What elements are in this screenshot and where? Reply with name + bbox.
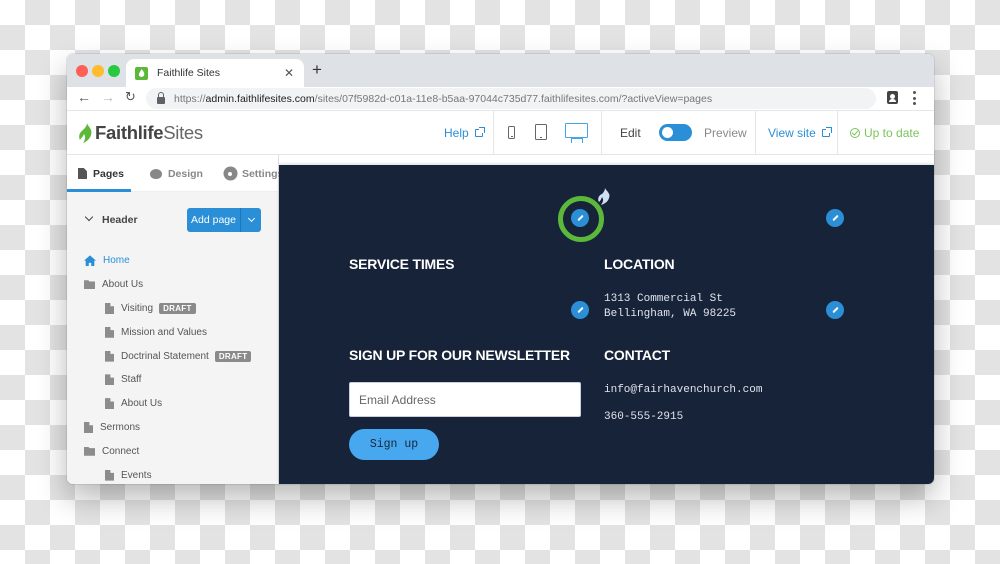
faithlife-sites-logo[interactable]: FaithlifeSites (79, 122, 203, 144)
view-site-link[interactable]: View site (768, 126, 832, 140)
header-group: Header Add page (67, 206, 279, 236)
sign-up-button[interactable]: Sign up (349, 429, 439, 460)
active-tab-indicator (67, 189, 131, 192)
page-icon (105, 326, 114, 338)
tablet-view-icon[interactable] (535, 124, 547, 140)
page-icon (105, 302, 114, 314)
profile-badge-icon[interactable] (887, 91, 898, 104)
newsletter-heading: SIGN UP FOR OUR NEWSLETTER (349, 347, 570, 363)
pencil-icon (576, 306, 584, 314)
maximize-window-button[interactable] (108, 65, 120, 77)
lock-icon (157, 91, 165, 104)
chevron-down-icon (247, 214, 255, 223)
page-icon (105, 398, 114, 410)
service-times-heading: SERVICE TIMES (349, 256, 455, 272)
url-text: https://admin.faithlifesites.com/sites/0… (174, 92, 713, 105)
page-item-events[interactable]: Events (67, 463, 279, 484)
mobile-view-icon[interactable] (508, 126, 515, 139)
forward-arrow-icon[interactable]: → (101, 89, 115, 105)
pencil-icon (831, 214, 839, 222)
contact-phone: 360-555-2915 (604, 411, 684, 423)
reload-icon[interactable]: ↻ (125, 89, 136, 105)
page-item-home[interactable]: Home (67, 249, 279, 273)
divider (601, 111, 602, 155)
pencil-icon (576, 214, 584, 222)
page-icon (84, 421, 93, 433)
divider (493, 111, 494, 155)
palette-icon (149, 168, 162, 179)
page-item-visiting[interactable]: Visiting DRAFT (67, 297, 279, 321)
email-address-input[interactable] (349, 382, 581, 417)
external-link-icon (821, 127, 832, 137)
page-icon (105, 469, 114, 481)
tab-strip: Faithlife Sites ✕ + (67, 54, 934, 87)
tab-title: Faithlife Sites (157, 67, 221, 79)
browser-toolbar: ← → ↻ https://admin.faithlifesites.com/s… (67, 87, 934, 110)
flame-logo-icon (79, 123, 92, 143)
edit-service-times-button[interactable] (571, 301, 589, 319)
home-icon (84, 255, 96, 267)
draft-badge: DRAFT (214, 350, 252, 362)
check-circle-icon (850, 128, 860, 138)
sidebar-tabs: Pages Design Settings (67, 155, 283, 192)
folder-icon (84, 446, 95, 456)
new-tab-button[interactable]: + (312, 60, 322, 80)
back-arrow-icon[interactable]: ← (77, 89, 91, 105)
divider (837, 111, 838, 155)
add-page-split-button: Add page (187, 208, 261, 232)
edit-logo-button[interactable] (571, 209, 589, 227)
draft-badge: DRAFT (159, 302, 196, 314)
minimize-window-button[interactable] (92, 65, 104, 77)
page-item-sermons[interactable]: Sermons (67, 416, 279, 440)
tab-settings[interactable]: Settings (224, 155, 283, 192)
edit-label: Edit (620, 126, 641, 140)
page-icon (105, 374, 114, 386)
add-page-dropdown-button[interactable] (241, 208, 261, 232)
external-link-icon (474, 127, 485, 137)
page-item-connect[interactable]: Connect (67, 439, 279, 463)
contact-heading: CONTACT (604, 347, 670, 363)
faithlife-favicon-icon (135, 66, 148, 80)
app-header: FaithlifeSites Help Edit Preview View si… (67, 110, 934, 155)
group-label: Header (102, 214, 138, 226)
close-window-button[interactable] (76, 65, 88, 77)
edit-section-button[interactable] (826, 209, 844, 227)
contact-email[interactable]: info@fairhavenchurch.com (604, 383, 762, 398)
page-item-about-us[interactable]: About Us (67, 273, 279, 297)
browser-window: Faithlife Sites ✕ + ← → ↻ https://admin.… (67, 54, 934, 484)
page-item-doctrinal-statement[interactable]: Doctrinal Statement DRAFT (67, 344, 279, 368)
page-item-about-us-sub[interactable]: About Us (67, 392, 279, 416)
edit-location-button[interactable] (826, 301, 844, 319)
tab-close-icon[interactable]: ✕ (284, 66, 294, 80)
sidebar: Pages Design Settings Header Add page Ho… (67, 155, 283, 484)
edit-preview-toggle[interactable] (659, 124, 692, 141)
site-footer-preview: SERVICE TIMES LOCATION 1313 Commercial S… (279, 165, 934, 484)
chevron-down-icon[interactable] (84, 212, 94, 222)
page-item-staff[interactable]: Staff (67, 368, 279, 392)
gear-icon (224, 168, 236, 179)
browser-menu-icon[interactable] (913, 91, 916, 105)
divider (755, 111, 756, 155)
tab-design[interactable]: Design (149, 155, 203, 192)
address-bar[interactable]: https://admin.faithlifesites.com/sites/0… (146, 88, 876, 109)
location-heading: LOCATION (604, 256, 675, 272)
browser-tab[interactable]: Faithlife Sites ✕ (126, 59, 304, 87)
address-text: 1313 Commercial St Bellingham, WA 98225 (604, 293, 737, 320)
add-page-button[interactable]: Add page (187, 208, 241, 232)
publish-status: Up to date (850, 126, 919, 140)
page-item-mission-and-values[interactable]: Mission and Values (67, 320, 279, 344)
pencil-icon (831, 306, 839, 314)
preview-label: Preview (704, 126, 747, 140)
tab-pages[interactable]: Pages (78, 155, 124, 192)
desktop-view-icon[interactable] (565, 123, 588, 138)
page-icon (105, 350, 114, 362)
page-tree: Home About Us Visiting DRAFT Mission and… (67, 249, 279, 484)
document-icon (78, 168, 87, 179)
site-preview-area: SERVICE TIMES LOCATION 1313 Commercial S… (279, 155, 934, 484)
site-flame-logo-icon (598, 188, 610, 205)
help-link[interactable]: Help (444, 126, 485, 140)
folder-icon (84, 280, 95, 290)
